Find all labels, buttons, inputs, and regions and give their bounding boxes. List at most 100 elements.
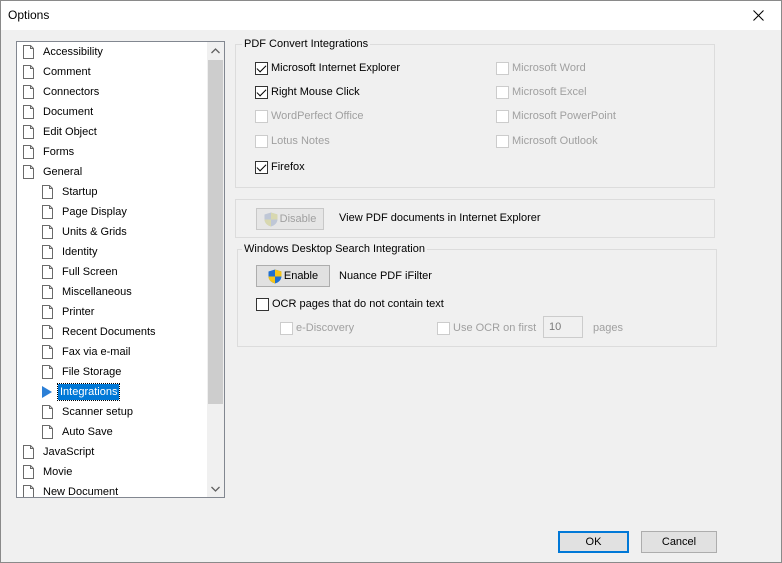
tree-item[interactable]: Edit Object — [23, 123, 99, 141]
page-icon — [42, 185, 53, 199]
ediscovery-checkbox[interactable] — [280, 321, 293, 335]
page-icon — [23, 125, 34, 139]
integration-checkbox-row[interactable]: Microsoft Excel — [496, 84, 587, 100]
integration-checkbox[interactable] — [496, 109, 509, 123]
integration-checkbox-label: Microsoft Word — [512, 62, 586, 74]
category-tree[interactable]: Accessibility Comment Connectors Document Ed… — [16, 41, 225, 498]
ocr-checkbox-row[interactable]: OCR pages that do not contain text — [256, 296, 444, 312]
integration-checkbox-row[interactable]: WordPerfect Office — [255, 108, 364, 124]
integration-checkbox-label: Right Mouse Click — [271, 86, 360, 98]
tree-item[interactable]: File Storage — [42, 363, 123, 381]
integration-checkbox-row[interactable]: Firefox — [255, 159, 305, 175]
page-icon — [42, 365, 53, 379]
integration-checkbox-row[interactable]: Microsoft Internet Explorer — [255, 60, 400, 76]
close-icon — [753, 10, 764, 21]
integration-checkbox-row[interactable]: Right Mouse Click — [255, 84, 360, 100]
page-icon — [23, 165, 34, 179]
integration-checkbox-row[interactable]: Microsoft Word — [496, 60, 586, 76]
tree-item[interactable]: Printer — [42, 303, 96, 321]
page-icon — [23, 65, 34, 79]
integration-checkbox[interactable] — [255, 61, 268, 75]
tree-item[interactable]: Scanner setup — [42, 403, 135, 421]
tree-item-label: Document — [43, 106, 94, 118]
page-icon — [23, 145, 34, 159]
scroll-up-button[interactable] — [207, 42, 224, 59]
tree-item[interactable]: Page Display — [42, 203, 129, 221]
page-icon — [42, 425, 53, 439]
tree-item[interactable]: Movie — [23, 463, 74, 481]
use-ocr-checkbox-row[interactable]: Use OCR on first — [437, 320, 536, 336]
tree-item[interactable]: Full Screen — [42, 263, 120, 281]
integration-checkbox-row[interactable]: Microsoft Outlook — [496, 133, 598, 149]
tree-item[interactable]: Connectors — [23, 83, 101, 101]
page-icon — [42, 405, 53, 419]
tree-item[interactable]: Forms — [23, 143, 76, 161]
page-icon — [23, 485, 34, 497]
disable-button[interactable]: Disable — [256, 208, 324, 230]
integration-checkbox[interactable] — [496, 85, 509, 99]
integration-checkbox-row[interactable]: Lotus Notes — [255, 133, 330, 149]
tree-item[interactable]: Auto Save — [42, 423, 115, 441]
cancel-button-label: Cancel — [661, 536, 697, 548]
tree-item[interactable]: Fax via e-mail — [42, 343, 132, 361]
options-dialog: Options Accessibility Comment Connectors Do… — [0, 0, 782, 563]
tree-item-label: Auto Save — [62, 426, 113, 438]
integration-checkbox-label: Lotus Notes — [271, 135, 330, 147]
uac-shield-icon — [264, 212, 278, 226]
tree-item[interactable]: Integrations — [42, 383, 121, 401]
tree-item-label: Miscellaneous — [62, 286, 132, 298]
tree-item-label: New Document — [43, 486, 119, 498]
tree-item[interactable]: Recent Documents — [42, 323, 158, 341]
tree-item-label: General — [43, 166, 83, 178]
close-button[interactable] — [736, 1, 781, 30]
tree-item[interactable]: Document — [23, 103, 95, 121]
ediscovery-checkbox-row[interactable]: e-Discovery — [280, 320, 354, 336]
integration-checkbox[interactable] — [255, 134, 268, 148]
tree-item-label: Units & Grids — [62, 226, 127, 238]
integration-checkbox-row[interactable]: Microsoft PowerPoint — [496, 108, 616, 124]
ok-button[interactable]: OK — [558, 531, 629, 553]
tree-scrollbar[interactable] — [207, 42, 224, 497]
ie-view-group: Disable View PDF documents in Internet E… — [235, 199, 715, 238]
page-icon — [23, 85, 34, 99]
tree-item-label: Comment — [43, 66, 91, 78]
selected-arrow-icon — [42, 386, 52, 398]
tree-item-label: Page Display — [62, 206, 127, 218]
use-ocr-checkbox[interactable] — [437, 321, 450, 335]
tree-item-label: Startup — [62, 186, 98, 198]
integration-checkbox[interactable] — [255, 85, 268, 99]
integration-checkbox[interactable] — [496, 61, 509, 75]
tree-item-label: Connectors — [43, 86, 100, 98]
tree-item[interactable]: New Document — [23, 483, 120, 498]
ocr-checkbox[interactable] — [256, 297, 269, 311]
tree-item[interactable]: Miscellaneous — [42, 283, 134, 301]
pdf-convert-group-title: PDF Convert Integrations — [242, 37, 371, 51]
tree-item[interactable]: Units & Grids — [42, 223, 129, 241]
chevron-up-icon — [211, 47, 220, 53]
integration-checkbox[interactable] — [496, 134, 509, 148]
tree-item-label: Accessibility — [43, 46, 103, 58]
chevron-down-icon — [211, 486, 220, 492]
tree-item[interactable]: General — [23, 163, 84, 181]
tree-item[interactable]: JavaScript — [23, 443, 96, 461]
use-ocr-checkbox-label: Use OCR on first — [453, 322, 537, 334]
cancel-button[interactable]: Cancel — [641, 531, 717, 553]
scroll-down-button[interactable] — [207, 480, 224, 497]
enable-button[interactable]: Enable — [256, 265, 330, 287]
uac-shield-icon — [268, 269, 282, 283]
enable-button-label: Enable — [283, 270, 319, 282]
page-icon — [23, 465, 34, 479]
tree-item[interactable]: Identity — [42, 243, 99, 261]
integration-checkbox-label: WordPerfect Office — [271, 110, 364, 122]
scroll-thumb[interactable] — [208, 60, 223, 404]
tree-item[interactable]: Startup — [42, 183, 99, 201]
tree-item[interactable]: Comment — [23, 63, 93, 81]
page-icon — [42, 325, 53, 339]
ocr-pages-input[interactable]: 10 — [543, 316, 583, 338]
integration-checkbox[interactable] — [255, 109, 268, 123]
integration-checkbox[interactable] — [255, 160, 268, 174]
integration-checkbox-label: Microsoft Excel — [512, 86, 587, 98]
page-icon — [23, 445, 34, 459]
tree-item[interactable]: Accessibility — [23, 43, 105, 61]
tree-item-label: Fax via e-mail — [62, 346, 131, 358]
